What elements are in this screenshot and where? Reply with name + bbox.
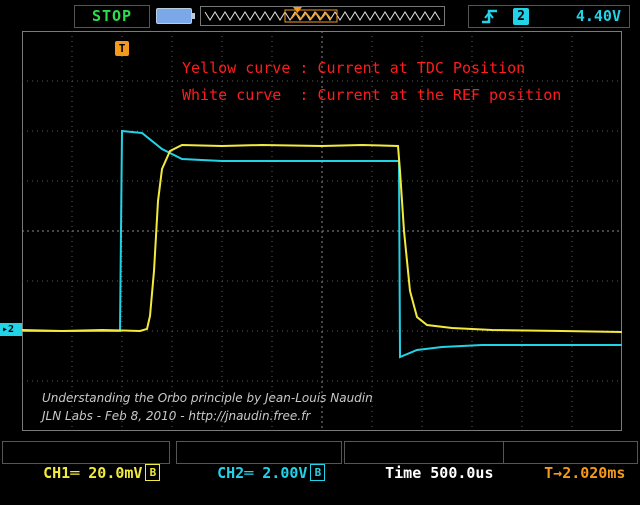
trigger-offset-value: 2.020ms — [562, 464, 626, 482]
memory-position-bar[interactable] — [200, 6, 445, 26]
bottom-status-bar: CH1═ 20.0mV B CH2═ 2.00V B Time 500.0us T→… — [0, 437, 640, 482]
credit-line-1: Understanding the Orbo principle by Jean… — [42, 391, 373, 405]
annotation-white: White curve : Current at the REF positio… — [182, 86, 562, 104]
trigger-marker[interactable]: T — [115, 41, 129, 56]
ch1-volts-div: 20.0mV — [88, 464, 143, 482]
credit-line-2: JLN Labs - Feb 8, 2010 - http://jnaudin.… — [42, 409, 311, 423]
trigger-settings[interactable]: 2 4.40V — [468, 5, 630, 28]
ch2-scale[interactable]: CH2═ 2.00V B — [176, 441, 342, 482]
time-value: 500.0us — [430, 464, 494, 482]
bandwidth-limit-badge: B — [310, 464, 326, 481]
ch1-waveform — [22, 143, 622, 333]
trigger-offset-icon: T→ — [544, 464, 563, 482]
top-status-bar: STOP 2 4.40V — [0, 0, 640, 30]
ch2-volts-div: 2.00V — [262, 464, 308, 482]
bandwidth-limit-badge: B — [145, 464, 161, 481]
rising-edge-icon — [482, 9, 497, 24]
trigger-offset[interactable]: T→2.020ms — [503, 441, 638, 482]
trigger-level-value: 4.40V — [575, 7, 621, 25]
waveform-display: Yellow curve : Current at TDC Position W… — [22, 31, 622, 431]
ch2-waveform — [22, 129, 622, 359]
timebase[interactable]: Time 500.0us — [344, 441, 504, 482]
battery-icon — [156, 8, 195, 24]
ch2-label: CH2 — [217, 464, 245, 482]
time-label: Time — [385, 464, 422, 482]
annotation-yellow: Yellow curve : Current at TDC Position — [182, 59, 526, 77]
ch1-scale[interactable]: CH1═ 20.0mV B — [2, 441, 170, 482]
ch2-marker[interactable]: ▸2 — [0, 323, 22, 336]
run-stop-indicator[interactable]: STOP — [74, 5, 150, 28]
trigger-source-badge: 2 — [513, 8, 529, 25]
ch1-label: CH1 — [43, 464, 71, 482]
